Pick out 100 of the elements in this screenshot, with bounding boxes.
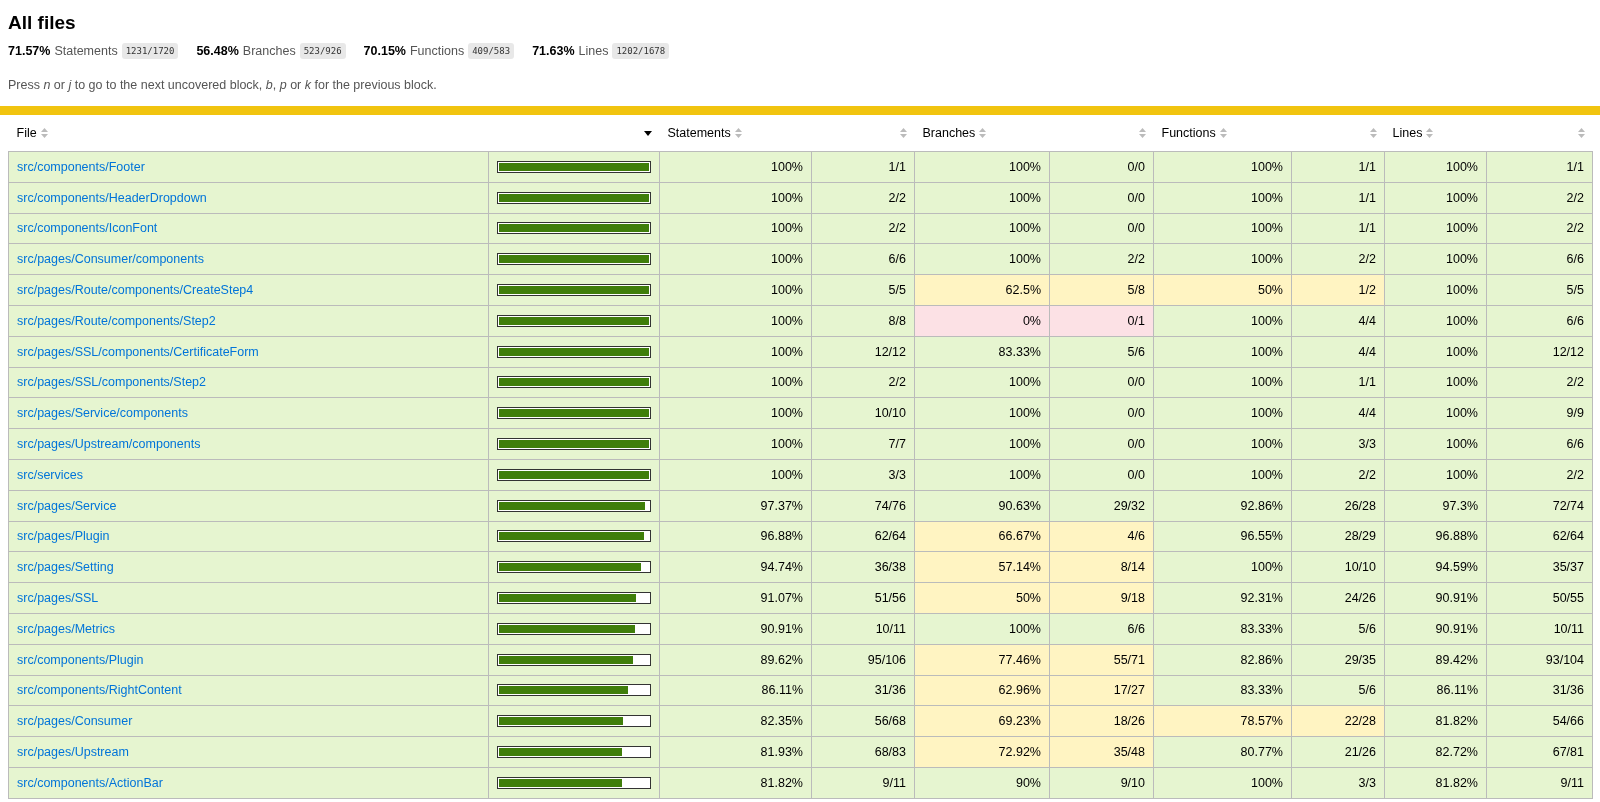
file-link[interactable]: src/components/ActionBar — [17, 775, 163, 790]
sort-icon[interactable] — [1219, 128, 1227, 138]
sort-icon[interactable] — [979, 128, 987, 138]
caret-icon[interactable] — [643, 130, 652, 136]
percent-cell: 96.88% — [659, 521, 812, 552]
file-link[interactable]: src/pages/SSL — [17, 591, 99, 606]
percent-cell: 92.31% — [1153, 582, 1292, 614]
fraction-cell: 12/12 — [811, 336, 915, 368]
percent-cell: 90.91% — [1384, 613, 1487, 645]
sort-icon[interactable] — [1138, 128, 1146, 138]
percent-cell: 100% — [1153, 459, 1292, 491]
percent-cell: 100% — [1153, 243, 1292, 275]
fraction-cell: 17/27 — [1049, 675, 1154, 706]
fraction-cell: 5/5 — [811, 274, 915, 306]
file-link[interactable]: src/components/RightContent — [17, 683, 182, 698]
fraction-cell: 2/2 — [1291, 243, 1385, 275]
file-link[interactable]: src/pages/Consumer/components — [17, 252, 204, 267]
sort-icon[interactable] — [734, 128, 742, 138]
fraction-cell: 12/12 — [1486, 336, 1593, 368]
column-header[interactable]: File — [16, 126, 37, 140]
percent-cell: 0% — [914, 305, 1050, 337]
file-link[interactable]: src/components/Plugin — [17, 652, 144, 667]
file-link[interactable]: src/pages/Service — [17, 498, 117, 513]
percent-cell: 100% — [1384, 243, 1487, 275]
sort-icon[interactable] — [1577, 128, 1585, 138]
percent-cell: 100% — [1153, 182, 1292, 214]
page-title: All files — [8, 12, 77, 34]
fraction-cell: 0/0 — [1049, 428, 1154, 460]
percent-cell: 83.33% — [1153, 675, 1292, 706]
file-link[interactable]: src/pages/Route/components/CreateStep4 — [17, 283, 254, 298]
fraction-cell: 7/7 — [811, 428, 915, 460]
fraction-cell: 2/2 — [1049, 243, 1154, 275]
percent-cell: 81.93% — [659, 736, 812, 768]
file-link[interactable]: src/pages/Route/components/Step2 — [17, 313, 216, 328]
fraction-cell: 1/1 — [1486, 151, 1593, 183]
fraction-cell: 31/36 — [811, 675, 915, 706]
percent-cell: 83.33% — [1153, 613, 1292, 645]
fraction-cell: 62/64 — [1486, 521, 1593, 552]
file-link[interactable]: src/pages/Plugin — [17, 529, 110, 544]
file-link[interactable]: src/components/Footer — [17, 159, 145, 174]
sort-icon[interactable] — [1369, 128, 1377, 138]
fraction-cell: 1/1 — [1291, 213, 1385, 244]
file-link[interactable]: src/pages/Upstream — [17, 745, 129, 760]
fraction-cell: 1/2 — [1291, 274, 1385, 306]
percent-cell: 100% — [1153, 767, 1292, 799]
percent-cell: 100% — [1384, 428, 1487, 460]
percent-cell: 80.77% — [1153, 736, 1292, 768]
percent-cell: 82.72% — [1384, 736, 1487, 768]
sort-icon[interactable] — [40, 128, 48, 138]
percent-cell: 100% — [1153, 151, 1292, 183]
file-link[interactable]: src/components/HeaderDropdown — [17, 190, 207, 205]
percent-cell: 100% — [914, 243, 1050, 275]
file-link[interactable]: src/services — [17, 467, 83, 482]
help-text: Press n or j to go to the next uncovered block, b, p or k for the previous block. — [8, 78, 438, 92]
fraction-cell: 5/8 — [1049, 274, 1154, 306]
fraction-cell: 4/4 — [1291, 305, 1385, 337]
fraction-cell: 5/6 — [1291, 675, 1385, 706]
fraction-cell: 4/4 — [1291, 336, 1385, 368]
percent-cell: 62.96% — [914, 675, 1050, 706]
file-link[interactable]: src/pages/Service/components — [17, 406, 188, 421]
file-link[interactable]: src/pages/SSL/components/CertificateForm — [17, 344, 259, 359]
sort-icon[interactable] — [1426, 128, 1434, 138]
fraction-cell: 10/11 — [1486, 613, 1593, 645]
percent-cell: 100% — [659, 213, 812, 244]
fraction-cell: 2/2 — [1486, 182, 1593, 214]
file-link[interactable]: src/pages/SSL/components/Step2 — [17, 375, 206, 390]
fraction-cell: 6/6 — [1486, 428, 1593, 460]
fraction-cell: 10/11 — [811, 613, 915, 645]
fraction-cell: 54/66 — [1486, 705, 1593, 737]
fraction-cell: 8/14 — [1049, 551, 1154, 583]
fraction-cell: 8/8 — [811, 305, 915, 337]
fraction-cell: 93/104 — [1486, 644, 1593, 676]
column-header[interactable]: Lines — [1392, 126, 1423, 140]
file-link[interactable]: src/pages/Metrics — [17, 621, 115, 636]
percent-cell: 100% — [1153, 428, 1292, 460]
fraction-cell: 3/3 — [1291, 428, 1385, 460]
fraction-cell: 18/26 — [1049, 705, 1154, 737]
column-header[interactable]: Statements — [667, 126, 731, 140]
column-header[interactable]: Functions — [1161, 126, 1216, 140]
percent-cell: 82.86% — [1153, 644, 1292, 676]
fraction-cell: 6/6 — [1049, 613, 1154, 645]
percent-cell: 100% — [1384, 336, 1487, 368]
percent-cell: 100% — [1384, 213, 1487, 244]
sort-icon[interactable] — [899, 128, 907, 138]
file-link[interactable]: src/pages/Setting — [17, 560, 114, 575]
percent-cell: 100% — [1384, 459, 1487, 491]
percent-cell: 81.82% — [659, 767, 812, 799]
fraction-cell: 72/74 — [1486, 490, 1593, 522]
percent-cell: 100% — [914, 367, 1050, 398]
percent-cell: 92.86% — [1153, 490, 1292, 522]
percent-cell: 100% — [914, 213, 1050, 244]
file-link[interactable]: src/pages/Upstream/components — [17, 437, 201, 452]
percent-cell: 100% — [1153, 305, 1292, 337]
percent-cell: 100% — [914, 182, 1050, 214]
fraction-cell: 2/2 — [1486, 459, 1593, 491]
column-header[interactable]: Branches — [922, 126, 976, 140]
fraction-cell: 24/26 — [1291, 582, 1385, 614]
file-link[interactable]: src/pages/Consumer — [17, 714, 133, 729]
file-link[interactable]: src/components/IconFont — [17, 221, 158, 236]
percent-cell: 100% — [1153, 336, 1292, 368]
